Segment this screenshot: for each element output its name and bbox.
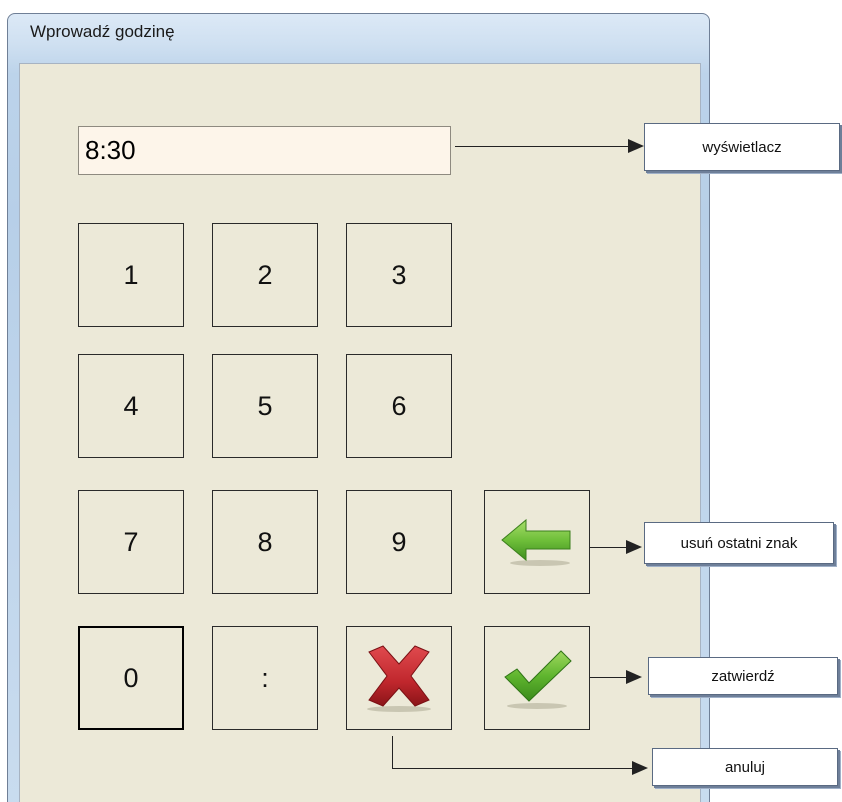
display-annotation-line [455,146,632,147]
dialog-window: Wprowadź godzinę 8:30 1 2 3 4 5 6 7 8 9 [7,13,710,802]
key-5-button[interactable]: 5 [212,354,318,458]
colon-key-button[interactable]: : [212,626,318,730]
key-2-button[interactable]: 2 [212,223,318,327]
display-annotation-arrowhead [628,139,644,153]
cancel-button[interactable] [346,626,452,730]
backspace-button[interactable] [484,490,590,594]
key-8-button[interactable]: 8 [212,490,318,594]
confirm-callout: zatwierdź [648,657,838,695]
screenshot-stage: Wprowadź godzinę 8:30 1 2 3 4 5 6 7 8 9 [0,0,842,802]
confirm-annotation-arrowhead [626,670,642,684]
backspace-annotation-line [590,547,630,548]
key-3-button[interactable]: 3 [346,223,452,327]
key-9-button[interactable]: 9 [346,490,452,594]
cancel-annotation-line-horizontal [392,768,636,769]
backspace-annotation-arrowhead [626,540,642,554]
green-checkmark-icon [504,650,572,709]
key-0-button[interactable]: 0 [78,626,184,730]
backspace-callout: usuń ostatni znak [644,522,834,564]
key-6-button[interactable]: 6 [346,354,452,458]
confirm-annotation-line [590,677,630,678]
key-7-button[interactable]: 7 [78,490,184,594]
dialog-client-area: 8:30 1 2 3 4 5 6 7 8 9 0: [19,63,701,802]
cancel-annotation-line-vertical [392,736,393,768]
cancel-annotation-arrowhead [632,761,648,775]
time-display-field[interactable]: 8:30 [78,126,451,175]
window-title: Wprowadź godzinę [30,22,175,41]
key-1-button[interactable]: 1 [78,223,184,327]
red-x-icon [367,645,431,712]
cancel-callout: anuluj [652,748,838,786]
key-4-button[interactable]: 4 [78,354,184,458]
confirm-button[interactable] [484,626,590,730]
green-left-arrow-icon [501,518,571,566]
display-callout: wyświetlacz [644,123,840,171]
